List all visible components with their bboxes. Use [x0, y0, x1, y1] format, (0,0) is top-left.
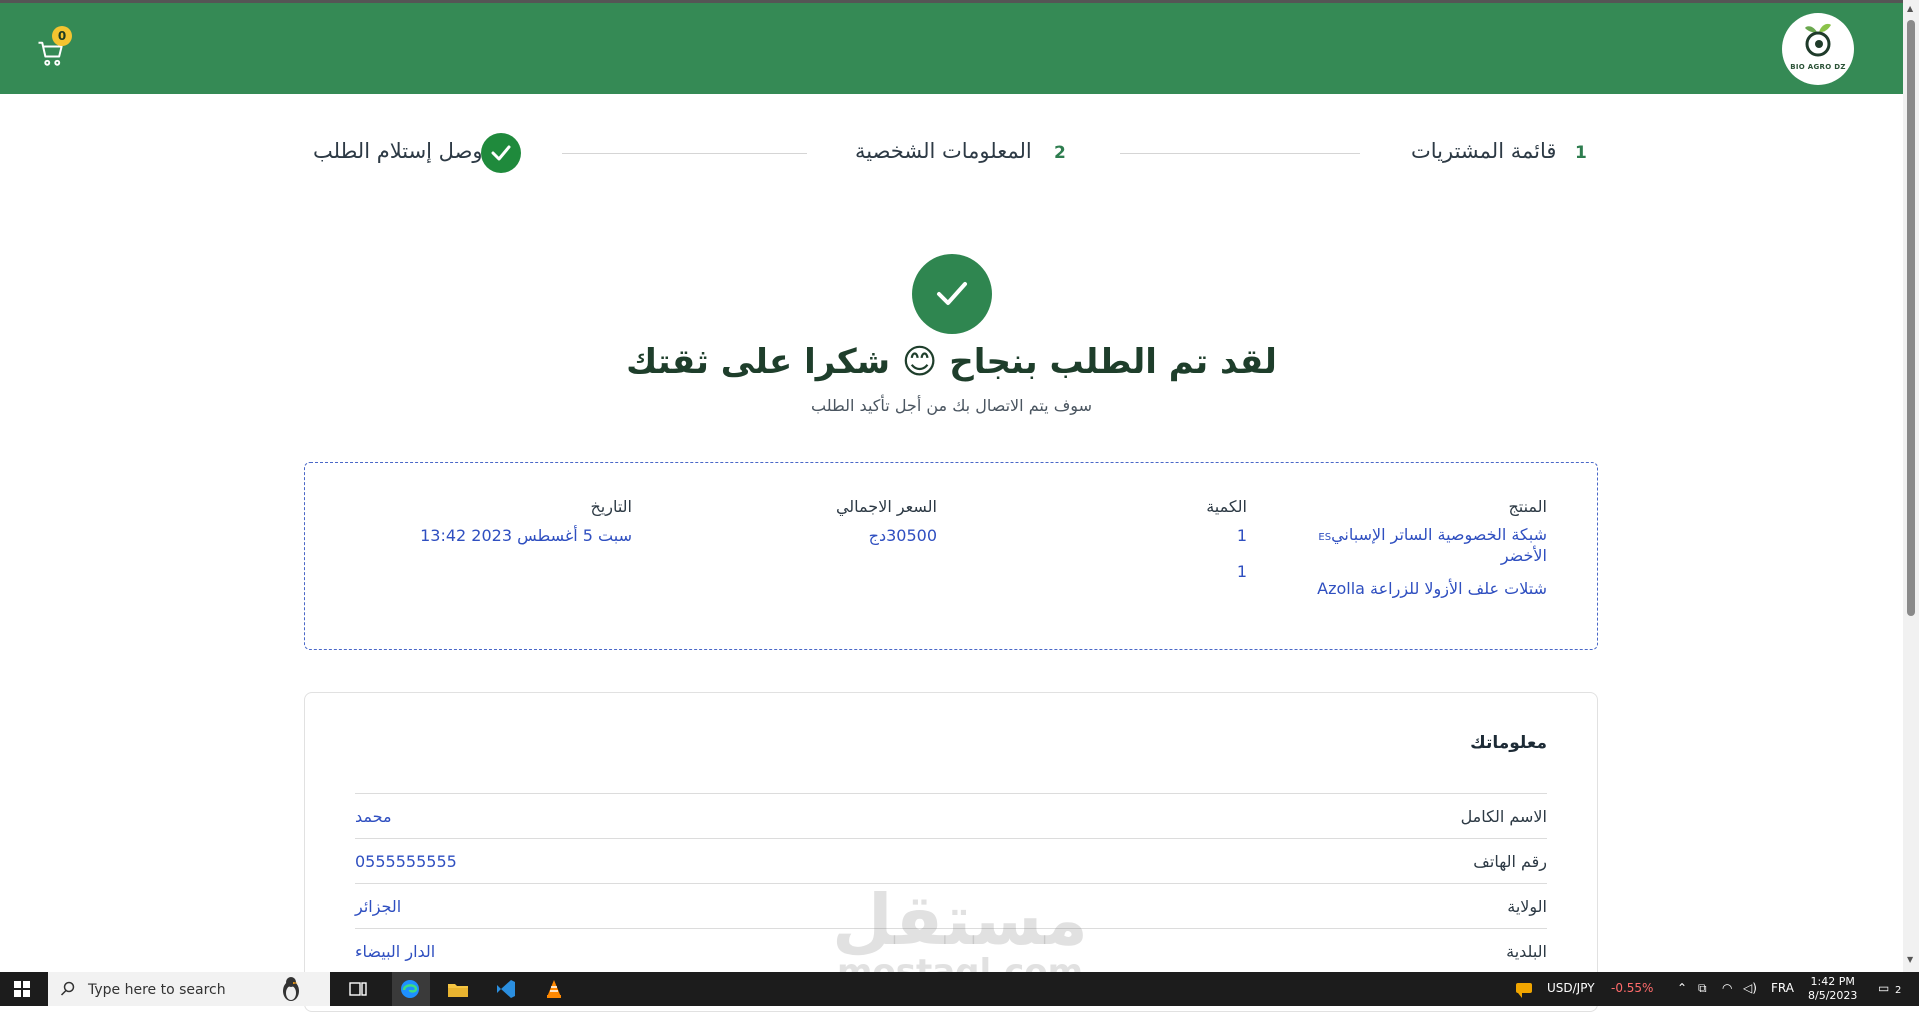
success-subtitle: سوف يتم الاتصال بك من أجل تأكيد الطلب [811, 396, 1092, 415]
watermark-logo-text: مستقل [831, 879, 1088, 961]
info-label: الاسم الكامل [1460, 807, 1547, 826]
leaf-logo-icon [1805, 23, 1831, 57]
site-header: 0 BIO AGRO DZ [0, 3, 1903, 94]
info-value: الدار البيضاء [355, 942, 436, 961]
notification-count: 2 [1895, 985, 1902, 996]
edge-browser-icon[interactable] [398, 978, 422, 1000]
step-1-number: 1 [1575, 143, 1587, 163]
vscode-icon[interactable] [494, 978, 518, 1000]
ticker-change: -0.55% [1611, 981, 1654, 995]
step-connector [562, 153, 807, 154]
taskbar-clock[interactable]: 1:42 PM 8/5/2023 [1808, 975, 1857, 1003]
clock-time: 1:42 PM [1810, 975, 1855, 988]
step-2-label[interactable]: المعلومات الشخصية [855, 139, 1032, 163]
search-placeholder: Type here to search [88, 982, 226, 998]
info-value: الجزائر [355, 897, 402, 916]
logo-text: BIO AGRO DZ [1790, 63, 1846, 71]
order-item-quantity: 1 [1236, 526, 1247, 545]
check-icon [491, 145, 511, 161]
windows-taskbar: Type here to search USD/JPY -0.55% ⌃ ⧉ ◠… [0, 972, 1919, 1006]
total-column-header: السعر الاجمالي [835, 497, 937, 516]
weather-widget-icon[interactable] [1512, 978, 1536, 1000]
scroll-up-arrow-icon[interactable]: ▲ [1907, 4, 1913, 13]
meet-now-icon[interactable]: ⧉ [1698, 981, 1707, 996]
step-3-label[interactable]: وصل إستلام الطلب [313, 139, 483, 163]
ticker-symbol[interactable]: USD/JPY [1547, 981, 1595, 995]
scrollbar-thumb[interactable] [1907, 20, 1915, 616]
quantity-column-header: الكمية [1206, 497, 1247, 516]
scroll-down-arrow-icon[interactable]: ▼ [1907, 955, 1913, 964]
search-icon [60, 981, 75, 996]
product-column-header: المنتج [1508, 497, 1547, 516]
product-name-line2: الأخضر [1500, 546, 1547, 565]
info-row: الاسم الكامل محمد [355, 793, 1547, 838]
page-scrollbar[interactable]: ▲ ▼ [1903, 0, 1919, 972]
step-3-complete-badge [481, 133, 521, 173]
info-label: رقم الهاتف [1473, 852, 1547, 871]
cart-count-badge: 0 [52, 26, 72, 46]
step-1-label[interactable]: قائمة المشتريات [1411, 139, 1556, 163]
vlc-icon[interactable] [542, 978, 566, 1000]
info-row: رقم الهاتف 0555555555 [355, 838, 1547, 883]
order-summary-box: المنتج الكمية السعر الاجمالي التاريخ شبك… [304, 462, 1598, 650]
info-label: الولاية [1507, 897, 1547, 916]
date-column-header: التاريخ [590, 497, 632, 516]
order-item-quantity: 1 [1236, 562, 1247, 581]
order-item-product[interactable]: شبكة الخصوصية الساتر الإسبانيES الأخضر [1287, 526, 1547, 565]
info-value: محمد [355, 807, 392, 826]
info-label: البلدية [1506, 942, 1547, 961]
windows-start-icon[interactable] [14, 981, 30, 997]
product-name-suffix: ES [1318, 532, 1332, 543]
language-indicator[interactable]: FRA [1771, 981, 1794, 995]
order-date: سبت 5 أغسطس 2023 13:42 [420, 526, 632, 545]
search-highlight-icon [283, 977, 299, 1001]
info-title: معلوماتك [1470, 733, 1547, 753]
order-total: 30500دج [868, 526, 937, 545]
order-item-product[interactable]: شتلات علف الأزولا للزراعة Azolla [1247, 580, 1547, 598]
file-explorer-icon[interactable] [446, 978, 470, 1000]
volume-icon[interactable]: ◁) [1743, 981, 1757, 995]
success-check-badge [912, 254, 992, 334]
wifi-icon[interactable]: ◠ [1722, 981, 1732, 995]
clock-date: 8/5/2023 [1808, 989, 1858, 1002]
chevron-up-icon[interactable]: ⌃ [1677, 981, 1687, 995]
info-value: 0555555555 [355, 852, 457, 871]
step-connector [1120, 153, 1360, 154]
notification-icon[interactable]: ▭ [1878, 981, 1889, 995]
success-title: لقد تم الطلب بنجاح 😊 شكرا على ثقتك [626, 342, 1277, 382]
check-icon [937, 282, 967, 305]
task-view-icon[interactable] [346, 978, 370, 1000]
taskbar-search-box[interactable]: Type here to search [48, 972, 330, 1006]
product-name-text: شبكة الخصوصية الساتر الإسباني [1331, 525, 1547, 544]
site-logo[interactable]: BIO AGRO DZ [1782, 13, 1854, 85]
step-2-number: 2 [1054, 143, 1066, 163]
